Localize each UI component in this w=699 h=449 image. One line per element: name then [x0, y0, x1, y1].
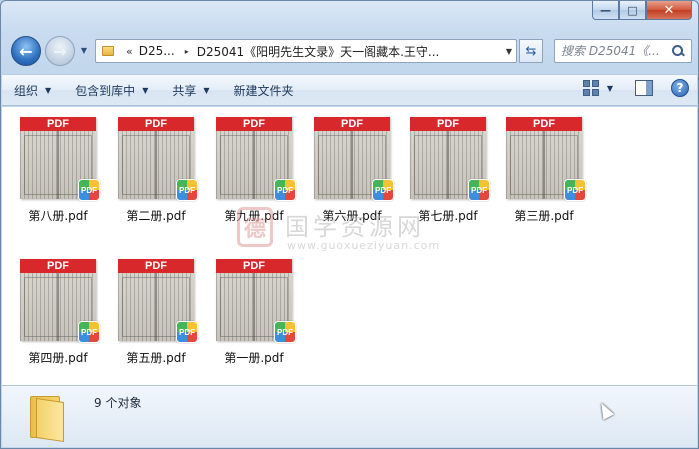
- breadcrumb-separator-icon[interactable]: ▸: [185, 47, 189, 56]
- explorer-window: — □ ✕ ← → ▼ « D25... ▸ D25041《阳明先生文录》天一阁…: [0, 0, 699, 449]
- address-dropdown-icon[interactable]: ▼: [502, 47, 516, 56]
- minimize-button[interactable]: —: [592, 1, 619, 20]
- chevron-down-icon: ▼: [203, 85, 210, 95]
- watermark-title: 国学资源网: [285, 213, 425, 241]
- preview-pane-icon[interactable]: [635, 80, 653, 96]
- help-icon[interactable]: ?: [671, 79, 689, 97]
- view-options-dropdown[interactable]: ▼: [607, 84, 613, 93]
- include-in-library-menu[interactable]: 包含到库中 ▼: [63, 75, 160, 105]
- pdf-app-icon: PDF: [274, 321, 296, 343]
- thumbnail-header: PDF: [118, 259, 194, 273]
- pdf-app-icon: PDF: [468, 179, 490, 201]
- breadcrumb-current[interactable]: D25041《阳明先生文录》天一阁藏本.王守...: [197, 43, 502, 60]
- breadcrumb-segment[interactable]: D25...: [139, 44, 175, 58]
- search-input[interactable]: [561, 44, 671, 58]
- thumbnail-header: PDF: [118, 117, 194, 131]
- file-item[interactable]: PDF PDF 第八册.pdf: [10, 109, 106, 229]
- file-name: 第一册.pdf: [224, 351, 284, 365]
- pdf-app-icon: PDF: [78, 179, 100, 201]
- close-button[interactable]: ✕: [646, 1, 692, 20]
- folder-icon: [102, 46, 114, 56]
- file-item[interactable]: PDF PDF 第五册.pdf: [108, 251, 204, 371]
- pdf-app-icon: PDF: [274, 179, 296, 201]
- file-item[interactable]: PDF PDF 第四册.pdf: [10, 251, 106, 371]
- change-view-icon[interactable]: [582, 80, 599, 96]
- toolbar-right-group: ▼ ?: [582, 79, 689, 97]
- file-name: 第二册.pdf: [126, 209, 186, 223]
- file-item[interactable]: PDF PDF 第二册.pdf: [108, 109, 204, 229]
- file-name: 第五册.pdf: [126, 351, 186, 365]
- pdf-app-icon: PDF: [372, 179, 394, 201]
- recent-pages-dropdown[interactable]: ▼: [79, 46, 89, 56]
- forward-button[interactable]: →: [45, 36, 75, 66]
- watermark-seal-icon: 德: [237, 207, 273, 247]
- thumbnail-header: PDF: [20, 117, 96, 131]
- pdf-app-icon: PDF: [176, 179, 198, 201]
- organize-label: 组织: [14, 83, 39, 98]
- details-pane: 9 个对象: [2, 385, 697, 447]
- command-bar: 组织 ▼ 包含到库中 ▼ 共享 ▼ 新建文件夹 ▼ ?: [2, 74, 697, 106]
- file-item[interactable]: PDF PDF 第一册.pdf: [206, 251, 302, 371]
- folder-icon: [30, 392, 70, 442]
- file-name: 第三册.pdf: [514, 209, 574, 223]
- chevron-down-icon: ▼: [45, 85, 52, 95]
- organize-menu[interactable]: 组织 ▼: [2, 75, 63, 105]
- maximize-button[interactable]: □: [619, 1, 646, 20]
- include-in-library-label: 包含到库中: [75, 83, 136, 98]
- share-label: 共享: [172, 83, 197, 98]
- search-box[interactable]: [554, 39, 692, 63]
- navigation-bar: ← → ▼ « D25... ▸ D25041《阳明先生文录》天一阁藏本.王守.…: [9, 34, 692, 68]
- file-item[interactable]: PDF PDF 第三册.pdf: [496, 109, 592, 229]
- file-name: 第四册.pdf: [28, 351, 88, 365]
- forward-arrow-icon: →: [53, 41, 67, 61]
- thumbnail-header: PDF: [216, 117, 292, 131]
- refresh-button[interactable]: ⇆: [519, 39, 543, 63]
- back-arrow-icon: ←: [19, 41, 33, 61]
- watermark: 德 国学资源网 www.guoxueziyuan.com: [237, 207, 467, 257]
- pdf-app-icon: PDF: [564, 179, 586, 201]
- back-button[interactable]: ←: [11, 36, 41, 66]
- watermark-url: www.guoxueziyuan.com: [287, 239, 441, 252]
- chevron-down-icon: ▼: [142, 85, 149, 95]
- address-overflow-chevron[interactable]: «: [126, 45, 133, 58]
- item-count: 9 个对象: [94, 396, 142, 410]
- share-menu[interactable]: 共享 ▼: [160, 75, 221, 105]
- search-icon[interactable]: [671, 44, 685, 58]
- pdf-app-icon: PDF: [176, 321, 198, 343]
- pdf-app-icon: PDF: [78, 321, 100, 343]
- refresh-icon: ⇆: [525, 43, 537, 59]
- file-name: 第八册.pdf: [28, 209, 88, 223]
- thumbnail-header: PDF: [410, 117, 486, 131]
- thumbnail-header: PDF: [20, 259, 96, 273]
- caption-buttons: — □ ✕: [592, 1, 692, 20]
- address-bar[interactable]: « D25... ▸ D25041《阳明先生文录》天一阁藏本.王守... ▼: [95, 39, 517, 63]
- new-folder-button[interactable]: 新建文件夹: [222, 75, 306, 105]
- new-folder-label: 新建文件夹: [233, 83, 294, 98]
- thumbnail-header: PDF: [506, 117, 582, 131]
- thumbnail-header: PDF: [314, 117, 390, 131]
- thumbnail-header: PDF: [216, 259, 292, 273]
